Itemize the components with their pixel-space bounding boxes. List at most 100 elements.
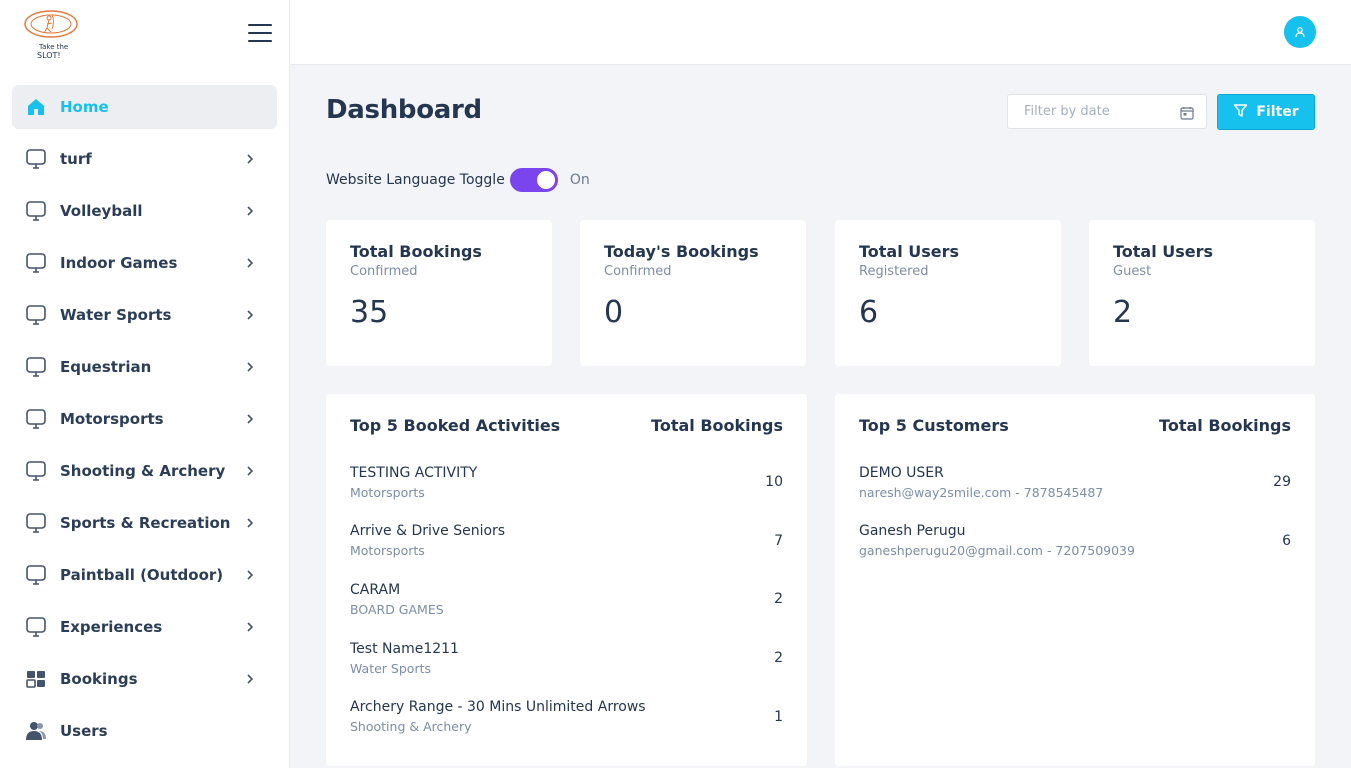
stat-subtitle: Guest bbox=[1113, 264, 1152, 279]
stat-card-registered-users: Total Users Registered 6 bbox=[835, 220, 1061, 366]
date-filter-input[interactable] bbox=[1008, 95, 1168, 128]
sidebar-item-label: Bookings bbox=[60, 670, 138, 688]
activity-category: Shooting & Archery bbox=[350, 719, 472, 735]
stat-value: 6 bbox=[859, 295, 879, 330]
monitor-icon bbox=[24, 407, 48, 431]
sidebar-item-label: Volleyball bbox=[60, 202, 143, 220]
list-item: CARAM BOARD GAMES 2 bbox=[350, 570, 783, 629]
sidebar-item-label: Indoor Games bbox=[60, 254, 178, 272]
chevron-right-icon bbox=[245, 622, 255, 632]
sidebar-item-indoor-games[interactable]: Indoor Games bbox=[12, 241, 277, 285]
monitor-icon bbox=[24, 459, 48, 483]
sidebar-item-label: Water Sports bbox=[60, 306, 172, 324]
activity-category: Water Sports bbox=[350, 660, 431, 676]
language-toggle-label: Website Language Toggle bbox=[326, 172, 505, 188]
sidebar-item-label: Equestrian bbox=[60, 358, 152, 376]
monitor-icon bbox=[24, 251, 48, 275]
sidebar-item-bookings[interactable]: Bookings bbox=[12, 657, 277, 701]
customer-contact: ganeshperugu20@gmail.com - 7207509039 bbox=[859, 543, 1135, 559]
sidebar-item-label: turf bbox=[60, 150, 92, 168]
monitor-icon bbox=[24, 303, 48, 327]
activity-name: Test Name1211 bbox=[350, 640, 459, 657]
chevron-right-icon bbox=[245, 570, 255, 580]
monitor-icon bbox=[24, 147, 48, 171]
sidebar-item-sports-recreation[interactable]: Sports & Recreation bbox=[12, 501, 277, 545]
language-toggle-row: Website Language Toggle On bbox=[326, 168, 590, 192]
stat-card-total-bookings: Total Bookings Confirmed 35 bbox=[326, 220, 552, 366]
top-activities-title: Top 5 Booked Activities bbox=[350, 416, 561, 435]
sidebar-item-label: Shooting & Archery bbox=[60, 462, 226, 480]
language-toggle-switch[interactable] bbox=[509, 168, 558, 192]
activity-count: 1 bbox=[774, 708, 783, 725]
top-activities-column: Total Bookings bbox=[651, 416, 783, 435]
sidebar-item-label: Home bbox=[60, 98, 109, 116]
sidebar-item-experiences[interactable]: Experiences bbox=[12, 605, 277, 649]
activity-count: 10 bbox=[765, 474, 783, 491]
brand-logo[interactable]: Take the SLOT! bbox=[22, 9, 80, 61]
sidebar-item-volleyball[interactable]: Volleyball bbox=[12, 189, 277, 233]
logo-text-top: Take the bbox=[38, 43, 68, 51]
customer-name: DEMO USER bbox=[859, 464, 944, 481]
sidebar-item-home[interactable]: Home bbox=[12, 85, 277, 129]
top-activities-header: Top 5 Booked Activities Total Bookings bbox=[350, 416, 783, 435]
language-toggle-state: On bbox=[569, 172, 590, 188]
customer-name: Ganesh Perugu bbox=[859, 523, 966, 540]
sidebar-item-equestrian[interactable]: Equestrian bbox=[12, 345, 277, 389]
activity-count: 2 bbox=[774, 650, 783, 667]
sidebar-item-motorsports[interactable]: Motorsports bbox=[12, 397, 277, 441]
monitor-icon bbox=[24, 199, 48, 223]
sidebar: Take the SLOT! Home turf Volleyball Indo… bbox=[0, 0, 290, 768]
list-item: Ganesh Perugu ganeshperugu20@gmail.com - … bbox=[859, 512, 1291, 571]
logo-text-bottom: SLOT! bbox=[37, 51, 61, 60]
filter-button[interactable]: Filter bbox=[1217, 94, 1315, 130]
list-item: Arrive & Drive Seniors Motorsports 7 bbox=[350, 512, 783, 571]
stat-title: Today's Bookings bbox=[604, 242, 759, 261]
top-activities-card: Top 5 Booked Activities Total Bookings T… bbox=[326, 394, 807, 766]
home-icon bbox=[24, 95, 48, 119]
stat-value: 35 bbox=[350, 295, 389, 330]
chevron-right-icon bbox=[245, 466, 255, 476]
grid-icon bbox=[24, 667, 48, 691]
stat-subtitle: Confirmed bbox=[350, 264, 418, 279]
chevron-right-icon bbox=[245, 154, 255, 164]
page-title: Dashboard bbox=[326, 95, 482, 125]
sidebar-item-shooting-archery[interactable]: Shooting & Archery bbox=[12, 449, 277, 493]
sidebar-item-turf[interactable]: turf bbox=[12, 137, 277, 181]
top-customers-header: Top 5 Customers Total Bookings bbox=[859, 416, 1291, 435]
sidebar-item-label: Experiences bbox=[60, 618, 163, 636]
filter-button-label: Filter bbox=[1256, 104, 1299, 120]
sidebar-item-label: Motorsports bbox=[60, 410, 164, 428]
activity-count: 2 bbox=[774, 591, 783, 608]
filter-icon bbox=[1233, 103, 1256, 122]
sidebar-item-users[interactable]: Users bbox=[12, 709, 277, 753]
activity-category: Motorsports bbox=[350, 484, 425, 500]
stat-title: Total Users bbox=[1113, 242, 1214, 261]
sidebar-item-paintball[interactable]: Paintball (Outdoor) bbox=[12, 553, 277, 597]
chevron-right-icon bbox=[245, 258, 255, 268]
monitor-icon bbox=[24, 563, 48, 587]
activity-name: Archery Range - 30 Mins Unlimited Arrows bbox=[350, 699, 646, 716]
chevron-right-icon bbox=[245, 206, 255, 216]
customer-contact: naresh@way2smile.com - 7878545487 bbox=[859, 484, 1104, 500]
list-item: Test Name1211 Water Sports 2 bbox=[350, 629, 783, 688]
activity-category: Motorsports bbox=[350, 543, 425, 559]
sidebar-item-label: Sports & Recreation bbox=[60, 514, 231, 532]
customer-count: 29 bbox=[1273, 474, 1291, 491]
date-filter-field[interactable] bbox=[1007, 94, 1207, 129]
stat-subtitle: Registered bbox=[859, 264, 929, 279]
chevron-right-icon bbox=[245, 310, 255, 320]
user-icon bbox=[1294, 23, 1306, 42]
users-icon bbox=[24, 719, 48, 743]
sidebar-item-water-sports[interactable]: Water Sports bbox=[12, 293, 277, 337]
stat-value: 2 bbox=[1113, 295, 1133, 330]
calendar-icon[interactable] bbox=[1180, 105, 1194, 120]
list-item: TESTING ACTIVITY Motorsports 10 bbox=[350, 453, 783, 512]
top-customers-title: Top 5 Customers bbox=[859, 416, 1009, 435]
customer-count: 6 bbox=[1282, 532, 1291, 549]
sidebar-item-label: Users bbox=[60, 722, 108, 740]
list-item: DEMO USER naresh@way2smile.com - 78785454… bbox=[859, 453, 1291, 512]
activity-name: CARAM bbox=[350, 581, 401, 598]
chevron-right-icon bbox=[245, 414, 255, 424]
hamburger-menu-icon[interactable] bbox=[248, 24, 272, 42]
user-avatar[interactable] bbox=[1284, 16, 1316, 48]
